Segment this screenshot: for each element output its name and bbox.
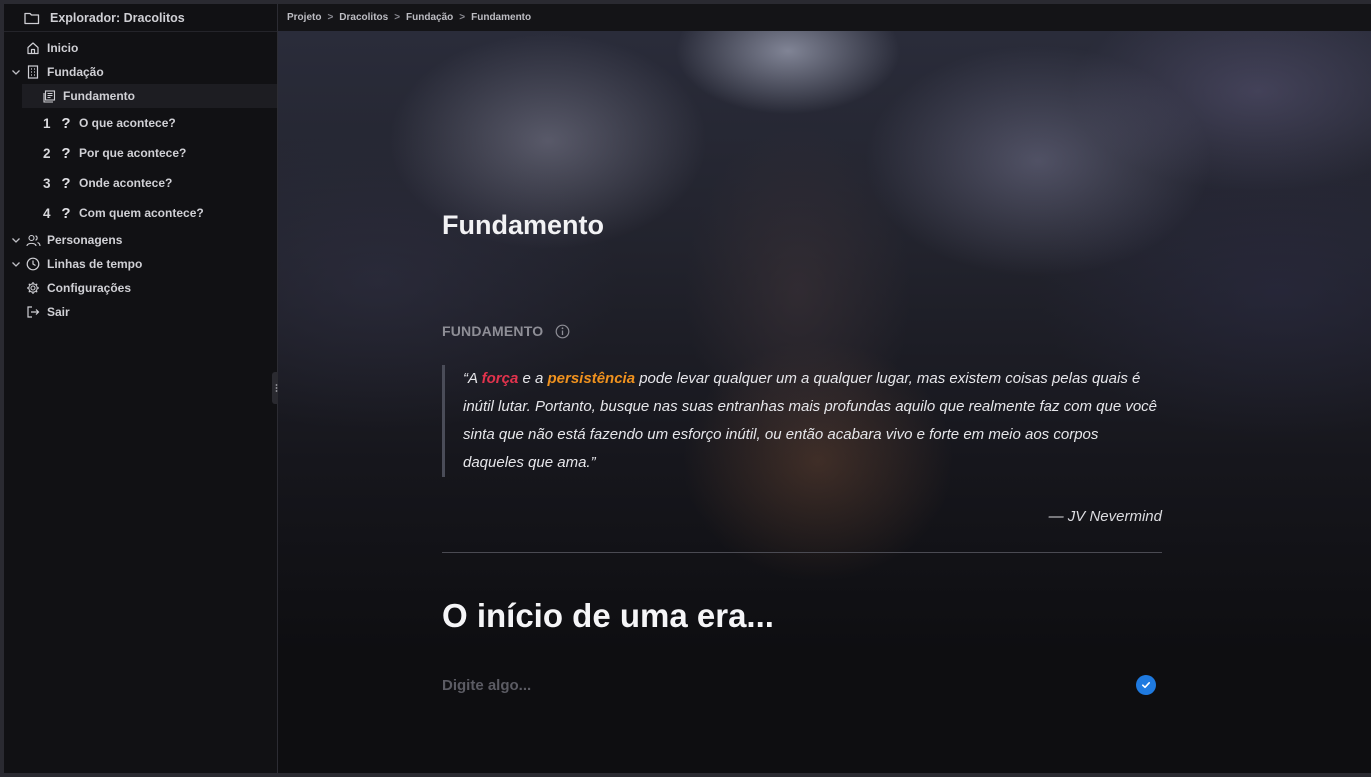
- question-label: Onde acontece?: [79, 176, 173, 190]
- sidebar-item-fundamento[interactable]: Fundamento: [22, 84, 277, 108]
- sidebar-item-label: Inicio: [47, 41, 79, 55]
- folder-icon: [24, 11, 40, 25]
- sidebar-item-fundacao[interactable]: Fundação: [4, 60, 277, 84]
- quote-text-mid: e a: [518, 370, 548, 387]
- navigation-tree: Inicio Fundação Fundamento 1 ? O que aco…: [4, 32, 277, 324]
- question-number: 4: [43, 205, 51, 221]
- editor-input[interactable]: Digite algo...: [442, 677, 531, 694]
- question-mark-icon: ?: [61, 174, 71, 192]
- sidebar-item-question-2[interactable]: 2 ? Por que acontece?: [4, 138, 277, 168]
- home-icon: [24, 41, 42, 55]
- check-icon[interactable]: [1136, 675, 1156, 695]
- logout-icon: [24, 305, 42, 319]
- building-icon: [24, 65, 42, 79]
- sidebar: Explorador: Dracolitos Inicio Fundação F…: [4, 4, 278, 773]
- breadcrumb-item[interactable]: Projeto: [287, 12, 321, 23]
- sidebar-item-question-4[interactable]: 4 ? Com quem acontece?: [4, 198, 277, 228]
- document-icon: [40, 89, 58, 103]
- chevron-down-icon[interactable]: [8, 67, 24, 77]
- breadcrumb-item[interactable]: Fundação: [406, 12, 453, 23]
- breadcrumb-separator: >: [327, 12, 334, 23]
- quote-author: — JV Nevermind: [1048, 508, 1162, 525]
- section-label: FUNDAMENTO: [442, 323, 570, 339]
- sidebar-item-configuracoes[interactable]: Configurações: [4, 276, 277, 300]
- question-label: O que acontece?: [79, 116, 176, 130]
- question-number: 1: [43, 115, 51, 131]
- sidebar-item-label: Sair: [47, 305, 70, 319]
- breadcrumb-separator: >: [459, 12, 466, 23]
- chevron-down-icon[interactable]: [8, 259, 24, 269]
- clock-icon: [24, 257, 42, 271]
- question-mark-icon: ?: [61, 204, 71, 222]
- sidebar-item-label: Fundação: [47, 65, 104, 79]
- main-content: Fundamento FUNDAMENTO “A força e a persi…: [278, 31, 1371, 773]
- breadcrumb-item[interactable]: Dracolitos: [339, 12, 388, 23]
- question-mark-icon: ?: [61, 114, 71, 132]
- question-label: Por que acontece?: [79, 146, 187, 160]
- sidebar-item-linhas-de-tempo[interactable]: Linhas de tempo: [4, 252, 277, 276]
- quote-highlight-orange: persistência: [547, 370, 636, 387]
- sidebar-item-question-1[interactable]: 1 ? O que acontece?: [4, 108, 277, 138]
- sidebar-item-label: Configurações: [47, 281, 132, 295]
- sidebar-item-question-3[interactable]: 3 ? Onde acontece?: [4, 168, 277, 198]
- question-label: Com quem acontece?: [79, 206, 204, 220]
- sidebar-item-label: Linhas de tempo: [47, 257, 143, 271]
- users-icon: [24, 234, 42, 247]
- explorer-title: Explorador: Dracolitos: [50, 10, 185, 25]
- sidebar-item-personagens[interactable]: Personagens: [4, 228, 277, 252]
- page-title[interactable]: Fundamento: [442, 210, 604, 241]
- cover-image: [278, 31, 1371, 651]
- divider: [442, 552, 1162, 553]
- chevron-down-icon[interactable]: [8, 235, 24, 245]
- section-heading[interactable]: O início de uma era...: [442, 597, 774, 635]
- section-label-text: FUNDAMENTO: [442, 323, 544, 339]
- info-icon[interactable]: [555, 324, 570, 339]
- question-number: 2: [43, 145, 51, 161]
- breadcrumb-separator: >: [394, 12, 401, 23]
- sidebar-item-sair[interactable]: Sair: [4, 300, 277, 324]
- app-window: Explorador: Dracolitos Inicio Fundação F…: [4, 4, 1371, 773]
- breadcrumb-item-current[interactable]: Fundamento: [471, 12, 531, 23]
- breadcrumb: Projeto > Dracolitos > Fundação > Fundam…: [278, 4, 1371, 31]
- quote-block[interactable]: “A força e a persistência pode levar qua…: [442, 365, 1163, 477]
- sidebar-item-inicio[interactable]: Inicio: [4, 36, 277, 60]
- sidebar-item-label: Fundamento: [63, 89, 135, 103]
- quote-highlight-red: força: [481, 370, 519, 387]
- sidebar-item-label: Personagens: [47, 233, 123, 247]
- explorer-header[interactable]: Explorador: Dracolitos: [4, 4, 277, 32]
- quote-text-open: “A: [463, 370, 482, 387]
- question-number: 3: [43, 175, 51, 191]
- gear-icon: [24, 281, 42, 295]
- question-mark-icon: ?: [61, 144, 71, 162]
